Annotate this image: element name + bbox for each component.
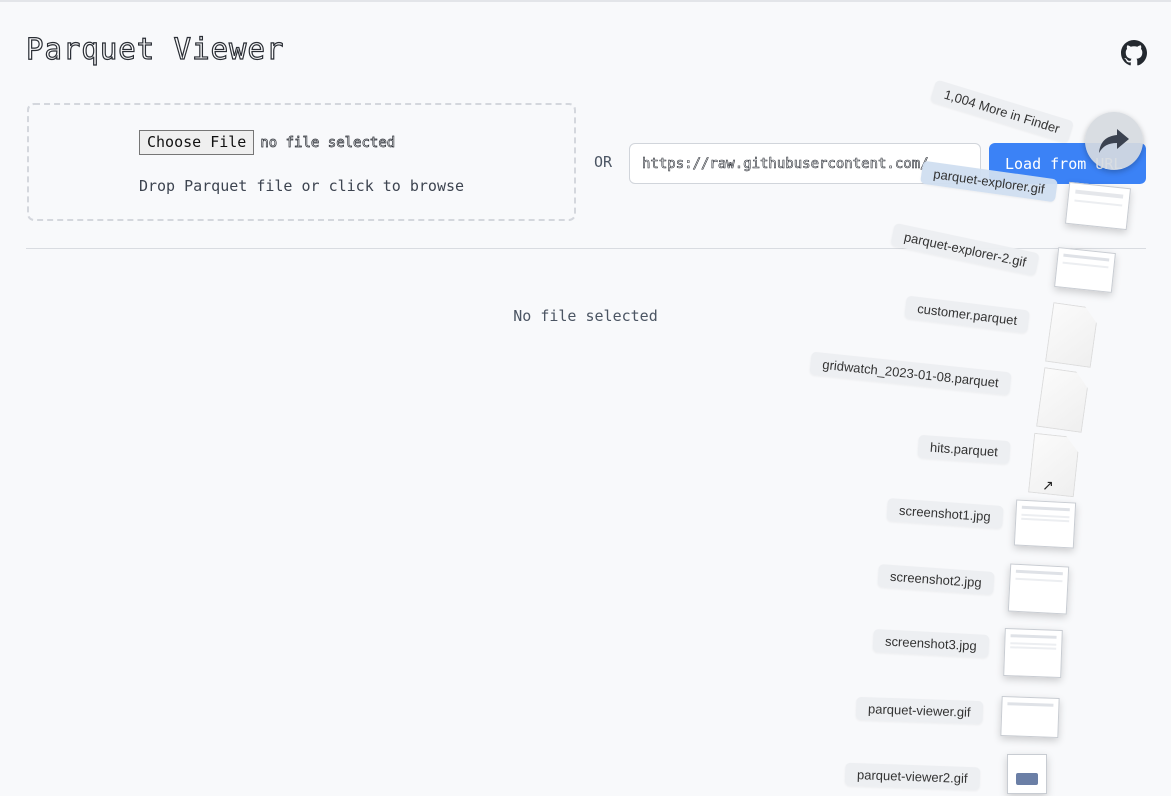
page-title: Parquet Viewer — [25, 31, 285, 66]
file-input[interactable]: Choose File no file selected — [139, 130, 396, 155]
drag-file-document-icon — [1036, 367, 1090, 433]
parquet-viewer-page: Parquet Viewer Choose File no file selec… — [0, 0, 1171, 796]
drag-file-label: customer.parquet — [904, 295, 1031, 334]
drag-file-label: hits.parquet — [917, 434, 1011, 465]
file-dropzone[interactable]: Choose File no file selected Drop Parque… — [27, 103, 576, 221]
drag-file-thumbnail — [1000, 696, 1060, 738]
drag-file-label: screenshot3.jpg — [872, 628, 990, 659]
drag-file-thumbnail — [1007, 563, 1070, 615]
github-icon[interactable] — [1121, 40, 1147, 66]
drag-file-label: screenshot1.jpg — [886, 497, 1004, 530]
choose-file-button[interactable]: Choose File — [139, 130, 255, 155]
share-arrow-icon[interactable] — [1085, 112, 1143, 170]
file-status-text: no file selected — [260, 134, 396, 151]
drag-file-thumbnail — [1054, 247, 1116, 293]
drag-file-document-icon — [1028, 433, 1080, 497]
drag-file-thumbnail — [1007, 754, 1047, 794]
drag-file-label: parquet-viewer.gif — [855, 696, 983, 725]
mouse-cursor-icon: ↗ — [1042, 478, 1054, 494]
drag-file-label: parquet-explorer-2.gif — [890, 222, 1041, 277]
drag-file-thumbnail — [1013, 499, 1077, 549]
drag-file-label: parquet-viewer2.gif — [844, 762, 980, 791]
or-separator: OR — [594, 153, 613, 171]
drop-hint: Drop Parquet file or click to browse — [138, 177, 465, 195]
drag-file-label: gridwatch_2023-01-08.parquet — [809, 351, 1012, 396]
more-in-finder-label: 1,004 More in Finder — [929, 79, 1075, 144]
drag-file-thumbnail — [1064, 181, 1132, 231]
drag-file-thumbnail — [1003, 628, 1063, 678]
drag-file-label: screenshot2.jpg — [877, 563, 995, 596]
